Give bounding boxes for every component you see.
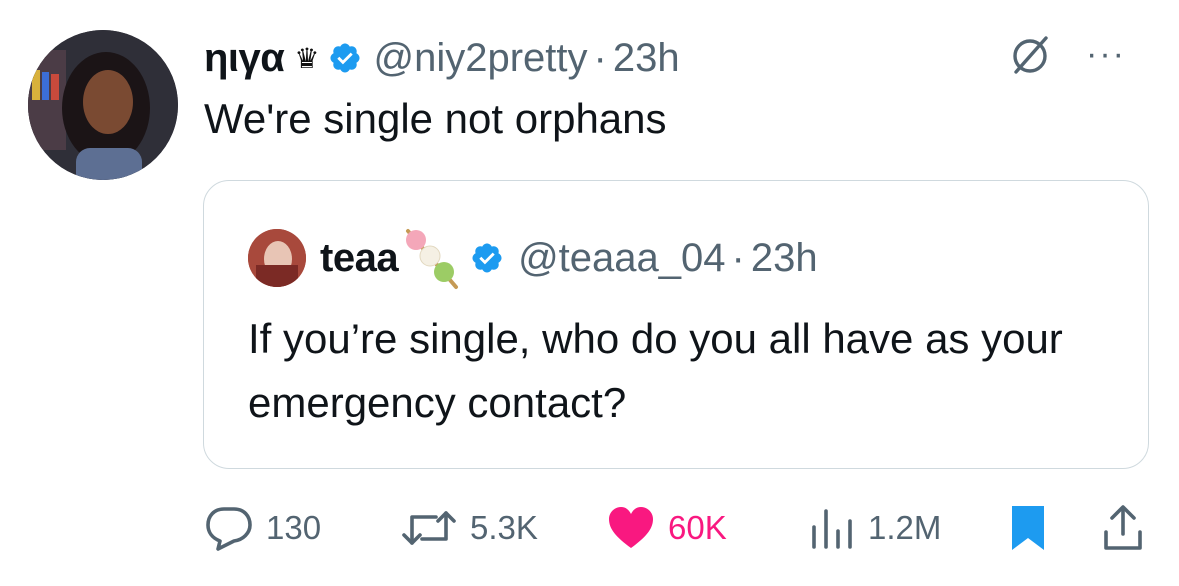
- verified-badge-icon[interactable]: [470, 241, 504, 275]
- views-button[interactable]: 1.2M: [808, 500, 941, 556]
- reply-icon: [206, 507, 252, 551]
- like-count: 60K: [668, 509, 727, 546]
- quoted-tweet-text: If you’re single, who do you all have as…: [248, 315, 1063, 426]
- quoted-tweet-header: teaa @teaaa_04 · 23h: [248, 225, 818, 291]
- separator-dot: ·: [593, 35, 607, 80]
- tweet-header: ηιγα ♛ @niy2pretty · 23h: [204, 28, 680, 88]
- quoted-tweet-card[interactable]: teaa @teaaa_04 · 23h If you’re single, w…: [203, 180, 1149, 469]
- tweet-timestamp[interactable]: 23h: [613, 36, 680, 81]
- quoted-author-display-name[interactable]: teaa: [320, 236, 399, 281]
- like-button[interactable]: 60K: [606, 500, 727, 556]
- tweet-text: We're single not orphans: [204, 95, 667, 142]
- reply-button[interactable]: 130: [204, 500, 321, 556]
- heart-icon: [609, 507, 653, 548]
- repost-count: 5.3K: [470, 509, 538, 546]
- share-button[interactable]: [1102, 500, 1144, 556]
- bookmark-icon: [1012, 506, 1044, 550]
- quoted-author-avatar[interactable]: [248, 229, 306, 287]
- repost-icon: [402, 511, 456, 545]
- crown-emoji: ♛: [294, 42, 320, 74]
- verified-badge-icon[interactable]: [328, 41, 362, 75]
- repost-button[interactable]: 5.3K: [400, 500, 538, 556]
- views-icon: [812, 509, 852, 549]
- author-handle[interactable]: @niy2pretty: [374, 36, 588, 81]
- dango-emoji-icon: [406, 229, 459, 289]
- quoted-author-handle[interactable]: @teaaa_04: [518, 236, 725, 281]
- grok-icon[interactable]: [1008, 34, 1052, 78]
- author-avatar[interactable]: [28, 30, 178, 180]
- share-icon: [1104, 505, 1142, 550]
- bookmark-button[interactable]: [1010, 500, 1046, 556]
- separator-dot: ·: [731, 235, 745, 280]
- tweet-action-bar: 130 5.3K 60K 1.2M: [204, 500, 1144, 556]
- author-display-name[interactable]: ηιγα: [204, 36, 285, 81]
- more-icon[interactable]: ···: [1086, 35, 1126, 74]
- quoted-tweet-timestamp[interactable]: 23h: [751, 236, 818, 281]
- reply-count: 130: [266, 509, 322, 546]
- view-count: 1.2M: [868, 509, 942, 546]
